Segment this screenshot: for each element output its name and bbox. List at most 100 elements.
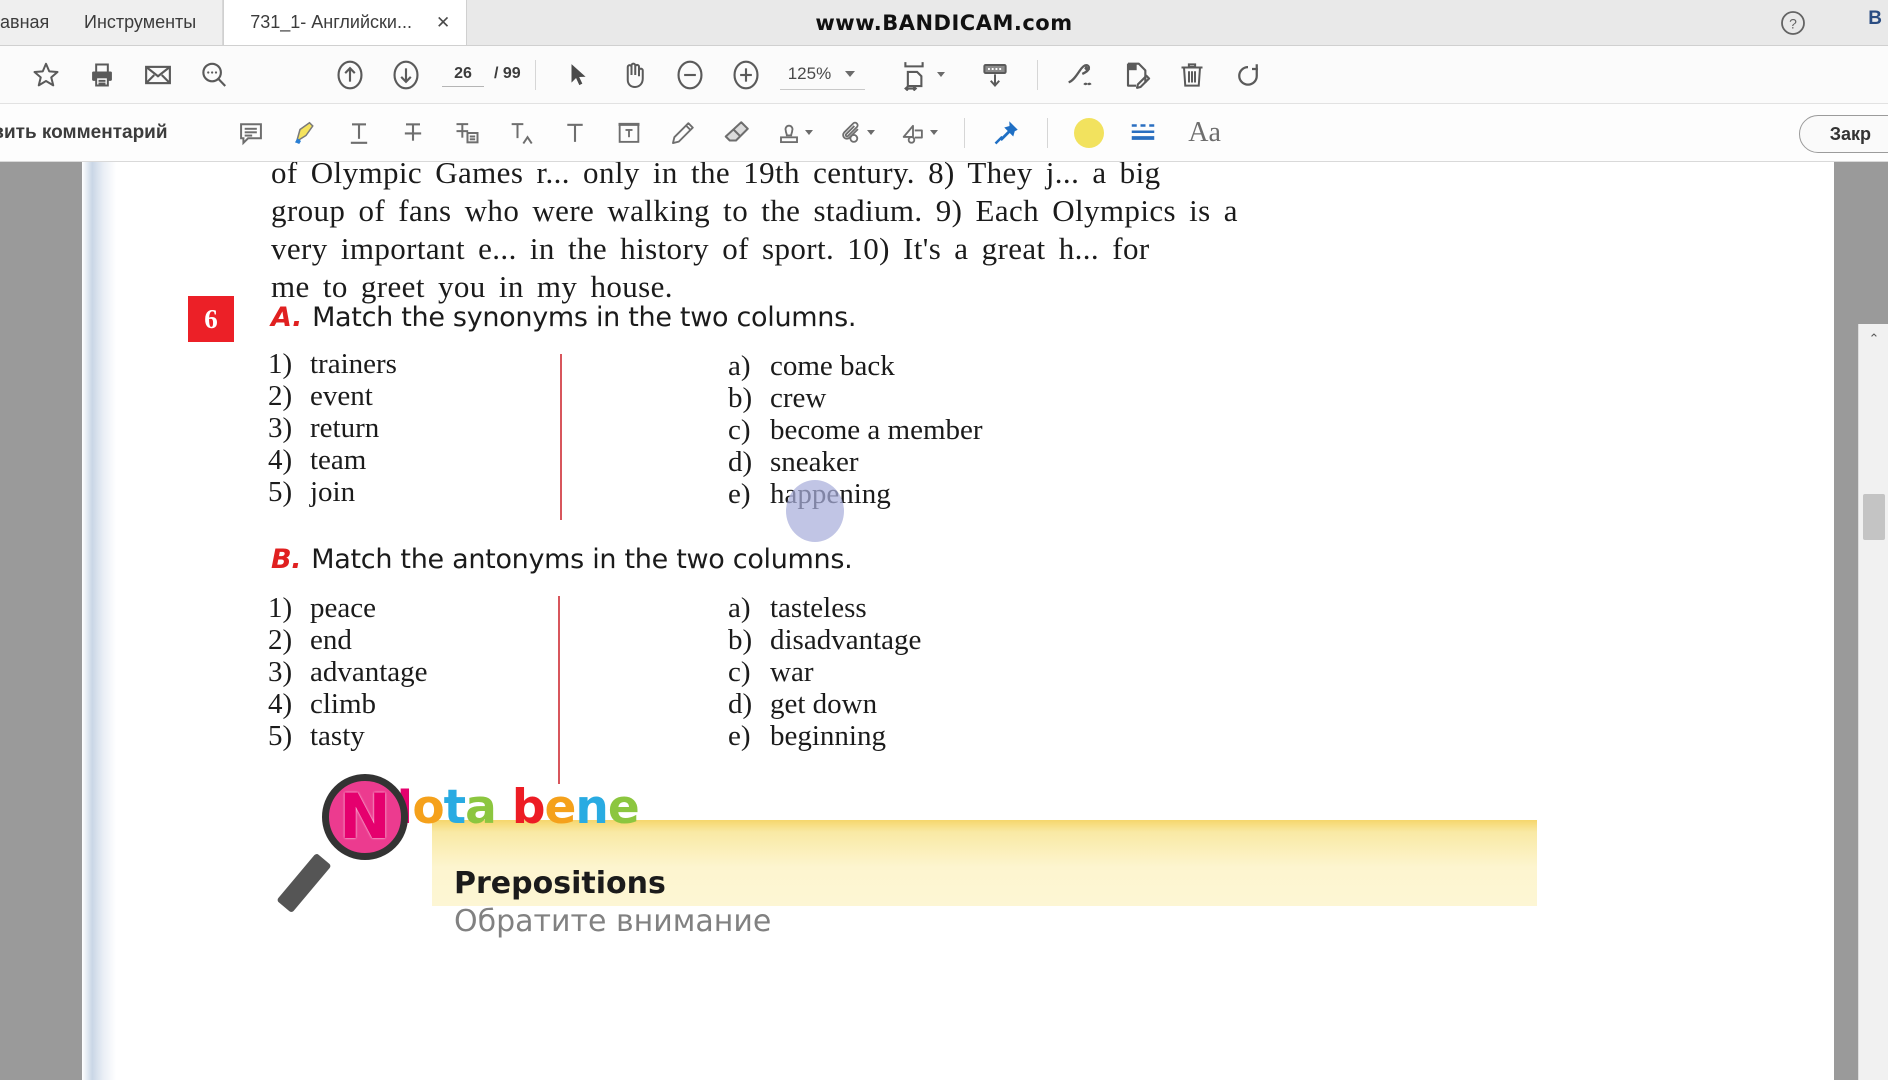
- item-index: a): [728, 592, 751, 624]
- page-number-input[interactable]: 26: [442, 63, 484, 87]
- nota-bene-title: Notabene: [374, 780, 640, 835]
- fit-page-chevron-icon[interactable]: [937, 72, 946, 77]
- cursor-arrow-icon[interactable]: [550, 49, 606, 101]
- item-word: tasteless: [770, 592, 867, 624]
- sign-in-label[interactable]: В: [1868, 8, 1882, 30]
- eraser-icon[interactable]: [710, 108, 764, 158]
- replace-text-icon[interactable]: [440, 108, 494, 158]
- tab-strip: авная Инструменты 731_1- Английски... ✕ …: [0, 0, 1888, 46]
- item-word: join: [310, 476, 356, 508]
- zoom-out-icon[interactable]: [662, 49, 718, 101]
- sign-icon[interactable]: [1052, 49, 1108, 101]
- tab-document-label: 731_1- Английски...: [250, 11, 412, 32]
- tab-close-icon[interactable]: ✕: [436, 14, 450, 31]
- page-spine-shadow: [82, 162, 116, 1080]
- stamp-chevron-icon[interactable]: [805, 130, 814, 135]
- list-item: 1) trainers: [268, 348, 397, 380]
- tab-document[interactable]: 731_1- Английски... ✕: [223, 0, 468, 45]
- rotate-icon[interactable]: [1220, 49, 1276, 101]
- tab-tools[interactable]: Инструменты: [58, 0, 224, 45]
- magnifier-lens-icon: N: [322, 774, 408, 860]
- callout-shape-icon[interactable]: [888, 108, 950, 158]
- item-index: 2): [268, 380, 293, 412]
- star-icon[interactable]: [18, 49, 74, 101]
- line-style-icon[interactable]: [1116, 108, 1170, 158]
- zoom-in-icon[interactable]: [718, 49, 774, 101]
- annotation-divider: [963, 117, 965, 148]
- cursor-highlight-blob: [786, 480, 844, 542]
- previous-page-icon[interactable]: [322, 49, 378, 101]
- list-item: d) sneaker: [728, 446, 983, 478]
- list-item: 5) tasty: [268, 720, 428, 752]
- color-swatch-icon[interactable]: [1062, 108, 1116, 158]
- annotation-divider-2: [1046, 117, 1048, 148]
- font-size-label: Aa: [1188, 116, 1221, 148]
- pushpin-icon[interactable]: [979, 108, 1033, 158]
- item-word: crew: [770, 382, 827, 414]
- list-item: 5) join: [268, 476, 397, 508]
- print-icon[interactable]: [74, 49, 130, 101]
- task-a-left-column: 1) trainers 2) event 3) return 4) team 5) joi…: [268, 348, 397, 508]
- close-button[interactable]: Закр: [1798, 115, 1888, 153]
- list-item: 4) team: [268, 444, 397, 476]
- exercise-number-badge: 6: [188, 296, 234, 342]
- vertical-scrollbar[interactable]: ⌃ ⌄: [1858, 324, 1888, 1080]
- item-index: b): [728, 382, 753, 414]
- item-index: c): [728, 414, 751, 446]
- draw-pencil-icon[interactable]: [656, 108, 710, 158]
- item-word: become a member: [770, 414, 983, 446]
- annotation-toolbar: бавить комментарий: [0, 104, 1888, 162]
- paragraph-line-3: very important e... in the history of sp…: [271, 231, 1150, 266]
- scroll-up-icon[interactable]: ⌃: [1859, 324, 1888, 354]
- sticky-note-icon[interactable]: [224, 108, 278, 158]
- email-icon[interactable]: [130, 49, 186, 101]
- item-word: beginning: [770, 720, 886, 752]
- item-index: a): [728, 350, 751, 382]
- scrollbar-thumb[interactable]: [1863, 494, 1885, 540]
- insert-text-icon[interactable]: [494, 108, 548, 158]
- tab-home[interactable]: авная: [0, 0, 58, 45]
- nb-letter: e: [607, 780, 640, 835]
- callout-chevron-icon[interactable]: [930, 130, 939, 135]
- search-icon[interactable]: [186, 49, 242, 101]
- zoom-level-dropdown[interactable]: 125%: [779, 60, 866, 90]
- nb-letter: b: [511, 780, 546, 835]
- item-index: b): [728, 624, 753, 656]
- add-text-icon[interactable]: [548, 108, 602, 158]
- nb-letter: o: [412, 780, 444, 835]
- list-item: b) disadvantage: [728, 624, 921, 656]
- item-word: sneaker: [770, 446, 859, 478]
- help-circle-icon[interactable]: ?: [1780, 10, 1806, 36]
- task-b-text: Match the antonyms in the two columns.: [311, 544, 853, 575]
- nb-letter: a: [465, 780, 497, 835]
- next-page-icon[interactable]: [378, 49, 434, 101]
- font-size-icon[interactable]: Aa: [1170, 108, 1240, 158]
- underline-text-icon[interactable]: [332, 108, 386, 158]
- task-b-right-column: a) tasteless b) disadvantage c) war d) get d…: [728, 592, 921, 752]
- read-mode-icon[interactable]: [967, 49, 1023, 101]
- delete-icon[interactable]: [1164, 49, 1220, 101]
- item-index: 4): [268, 444, 293, 476]
- text-box-icon[interactable]: [602, 108, 656, 158]
- list-item: 3) return: [268, 412, 397, 444]
- list-item: b) crew: [728, 382, 983, 414]
- attach-file-icon[interactable]: [826, 108, 888, 158]
- attach-chevron-icon[interactable]: [867, 130, 876, 135]
- item-word: come back: [770, 350, 895, 382]
- item-word: war: [770, 656, 814, 688]
- highlighter-icon[interactable]: [278, 108, 332, 158]
- tab-home-label: авная: [0, 11, 50, 32]
- strikethrough-text-icon[interactable]: [386, 108, 440, 158]
- hand-icon[interactable]: [606, 49, 662, 101]
- edit-document-icon[interactable]: [1108, 49, 1164, 101]
- pdf-viewer[interactable]: of Olympic Games r... only in the 19th c…: [0, 162, 1888, 1080]
- stamp-icon[interactable]: [764, 108, 826, 158]
- item-word: return: [310, 412, 380, 444]
- fit-page-icon[interactable]: [891, 49, 937, 101]
- item-word: tasty: [310, 720, 365, 752]
- paragraph-line-1: of Olympic Games r... only in the 19th c…: [271, 162, 1161, 190]
- item-index: 2): [268, 624, 293, 656]
- item-index: 1): [268, 592, 293, 624]
- close-button-label: Закр: [1829, 123, 1871, 144]
- list-item: e) beginning: [728, 720, 921, 752]
